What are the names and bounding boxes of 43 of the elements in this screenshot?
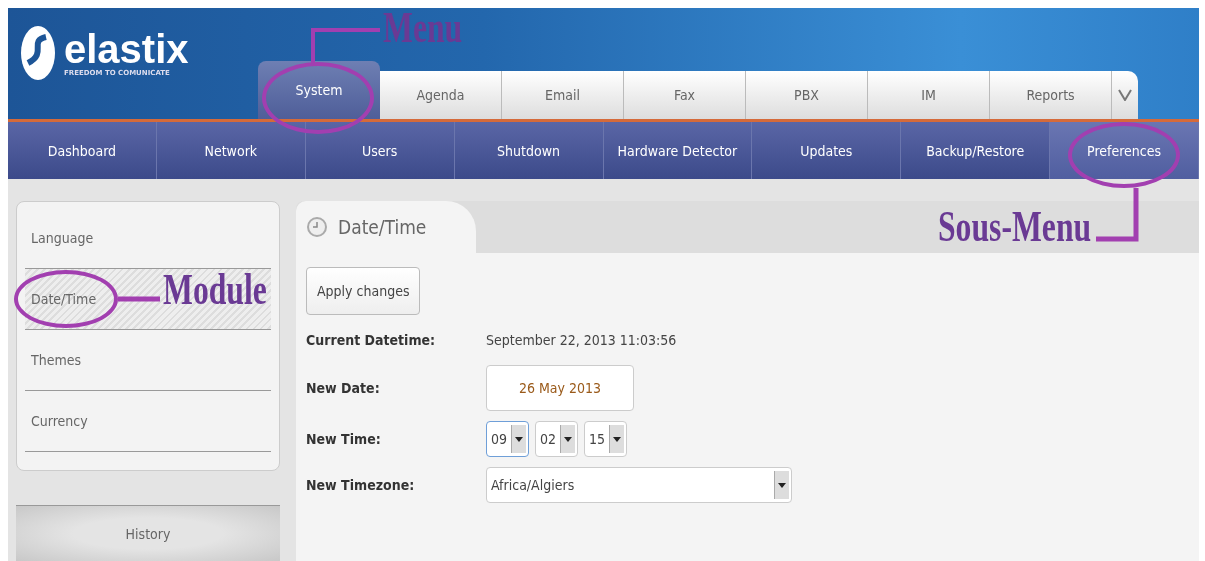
timezone-dropdown[interactable]: Africa/Algiers (486, 467, 792, 503)
module-item[interactable]: Currency (25, 391, 271, 452)
panel-title: Date/Time (338, 216, 427, 238)
menu-tab[interactable]: System (258, 61, 380, 120)
leader-line (118, 296, 160, 302)
annotation-label: Menu (383, 6, 463, 50)
submenu-item[interactable]: Preferences (1050, 122, 1199, 179)
date-field[interactable]: 26 May 2013 (486, 365, 634, 411)
field-label: New Timezone: (306, 477, 416, 493)
time-dropdown[interactable]: 02 (535, 421, 579, 457)
menu-tab[interactable]: Agenda (380, 71, 502, 120)
submenu-item[interactable]: Shutdown (454, 122, 604, 179)
logo-wordmark: elastix (64, 28, 189, 69)
dropdown-arrow-icon (564, 436, 573, 442)
annotation-label: Sous-Menu (938, 205, 1092, 249)
module-item[interactable]: Themes (25, 330, 271, 391)
field-label: New Time: (306, 431, 382, 447)
clock-icon (306, 216, 328, 238)
submenu-item[interactable]: Network (156, 122, 306, 179)
menu-tab[interactable]: Fax (624, 71, 746, 120)
dropdown-arrow-icon (778, 482, 786, 488)
menu-tab[interactable]: Email (502, 71, 624, 120)
menu-tab[interactable]: IM (868, 71, 990, 120)
menu-tab[interactable]: Reports (990, 71, 1112, 120)
annotation-label: Module (163, 268, 267, 312)
apply-changes-button[interactable]: Apply changes (306, 267, 421, 315)
submenu-item[interactable]: Users (305, 122, 455, 179)
submenu-item[interactable]: Hardware Detector (603, 122, 753, 179)
dropdown-arrow-icon (613, 436, 622, 442)
time-dropdown[interactable]: 09 (486, 421, 530, 457)
leader-line (1096, 188, 1140, 242)
field-label: Current Datetime: (306, 332, 437, 348)
leader-line (310, 27, 380, 65)
history-button[interactable]: History (16, 505, 280, 561)
submenu-item[interactable]: Dashboard (8, 122, 157, 179)
chevron-down-icon (1118, 89, 1132, 102)
menu-tab[interactable]: PBX (746, 71, 868, 120)
more-tabs-button[interactable] (1112, 71, 1138, 120)
field-value: September 22, 2013 11:03:56 (486, 332, 677, 348)
dropdown-arrow-icon (515, 436, 524, 442)
submenu-item[interactable]: Updates (752, 122, 902, 179)
field-label: New Date: (306, 380, 381, 396)
time-dropdown[interactable]: 15 (584, 421, 628, 457)
